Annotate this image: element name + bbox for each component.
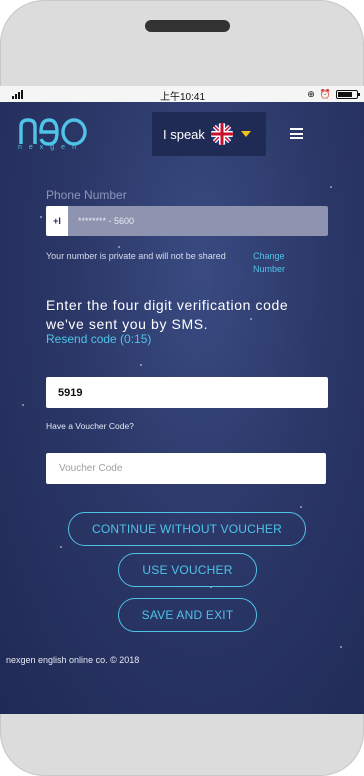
verification-instructions: Enter the four digit verification code w…: [46, 297, 289, 332]
background-star: [330, 186, 332, 188]
status-time: 上午10:41: [160, 92, 206, 103]
background-star: [340, 646, 342, 648]
background-star: [40, 216, 42, 218]
uk-flag-icon: [210, 123, 233, 145]
phone-speaker: [145, 20, 230, 32]
orientation-lock-icon: ⊕: [307, 88, 315, 99]
country-code-prefix[interactable]: +I: [46, 206, 68, 236]
continue-without-voucher-button[interactable]: CONTINUE WITHOUT VOUCHER: [68, 512, 306, 546]
signal-icon: [12, 89, 23, 99]
logo-subtitle: nexgen: [18, 144, 83, 151]
battery-icon: [336, 89, 360, 99]
chevron-down-icon: [240, 131, 251, 137]
resend-code-link[interactable]: Resend code (0:15): [46, 332, 151, 346]
save-and-exit-button[interactable]: SAVE AND EXIT: [118, 598, 257, 632]
privacy-note: Your number is private and will not be s…: [46, 251, 226, 261]
language-label: I speak: [163, 126, 205, 142]
background-star: [60, 546, 62, 548]
background-star: [300, 506, 302, 508]
voucher-question-label: Have a Voucher Code?: [46, 421, 134, 431]
hamburger-menu-icon[interactable]: [290, 128, 303, 139]
status-icons: ⊕ ⏰: [307, 88, 360, 100]
background-star: [140, 364, 142, 366]
use-voucher-button[interactable]: USE VOUCHER: [118, 553, 257, 587]
alarm-icon: ⏰: [319, 88, 331, 99]
phone-number-field: +I ******** - 5600: [46, 206, 328, 236]
voucher-code-input[interactable]: [46, 453, 326, 484]
verification-code-input[interactable]: [46, 377, 328, 408]
phone-number-value: ******** - 5600: [78, 216, 135, 226]
app-screen: 上午10:41 ⊕ ⏰ nexgen I speak Phone Number …: [0, 86, 364, 714]
footer-copyright: nexgen english online co. © 2018: [6, 655, 140, 665]
phone-number-label: Phone Number: [46, 188, 127, 202]
background-star: [118, 246, 120, 248]
language-selector[interactable]: I speak: [152, 112, 266, 156]
phone-frame: 上午10:41 ⊕ ⏰ nexgen I speak Phone Number …: [0, 0, 364, 776]
background-star: [22, 404, 24, 406]
status-bar: 上午10:41 ⊕ ⏰: [0, 86, 364, 103]
change-number-link[interactable]: Change Number: [253, 250, 293, 276]
